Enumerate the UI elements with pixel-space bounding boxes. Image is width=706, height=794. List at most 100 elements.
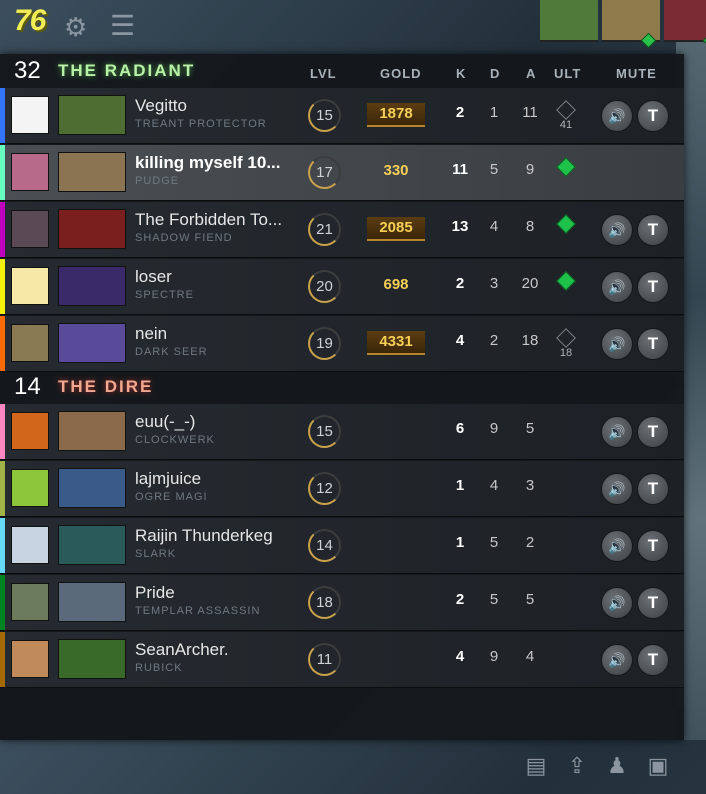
volume-icon[interactable]: 🔊 (601, 416, 633, 448)
player-name[interactable]: killing myself 10... (135, 153, 300, 173)
col-header-a: A (526, 66, 537, 81)
player-row[interactable]: euu(-_-) CLOCKWERK 15 6 9 5 🔊 T (0, 404, 684, 460)
text-mute-icon[interactable]: T (637, 214, 669, 246)
player-row[interactable]: The Forbidden To... SHADOW FIEND 21 2085 13 4… (0, 202, 684, 258)
ult-ready-icon (640, 32, 657, 49)
volume-icon[interactable]: 🔊 (601, 473, 633, 505)
level-indicator: 21 (308, 213, 341, 246)
top-portrait[interactable] (602, 0, 660, 49)
player-name[interactable]: Pride (135, 583, 300, 603)
text-mute-icon[interactable]: T (637, 328, 669, 360)
text-mute-icon[interactable]: T (637, 587, 669, 619)
volume-icon[interactable]: 🔊 (601, 644, 633, 676)
player-row[interactable]: killing myself 10... PUDGE 17 330 11 5 9 (0, 145, 684, 201)
player-row[interactable]: Vegitto TREANT PROTECTOR 15 1878 2 1 11 41 🔊 T (0, 88, 684, 144)
avatar[interactable] (11, 267, 49, 305)
hero-portrait[interactable] (58, 323, 126, 363)
assists-value: 2 (525, 534, 535, 551)
game-timer: 76 (14, 4, 46, 37)
unit-control-icon[interactable]: ♟ (603, 752, 631, 780)
assists-value: 11 (522, 104, 538, 121)
hero-portrait[interactable] (58, 411, 126, 451)
text-mute-icon[interactable]: T (637, 530, 669, 562)
text-mute-icon[interactable]: T (637, 100, 669, 132)
scoreboard-icon[interactable]: ▤ (522, 752, 550, 780)
player-name[interactable]: lajmjuice (135, 469, 300, 489)
player-row[interactable]: nein DARK SEER 19 4331 4 2 18 18 🔊 T (0, 316, 684, 372)
deaths-value: 9 (489, 648, 499, 665)
avatar[interactable] (11, 210, 49, 248)
kills-value: 13 (451, 218, 469, 235)
player-row[interactable]: Pride TEMPLAR ASSASSIN 18 2 5 5 🔊 T (0, 575, 684, 631)
bottom-toolbar: ▤ ⇪ ♟ ▣ (0, 740, 684, 794)
player-row[interactable]: loser SPECTRE 20 698 2 3 20 🔊 T (0, 259, 684, 315)
hero-portrait[interactable] (58, 95, 126, 135)
top-portrait[interactable] (664, 0, 706, 49)
hero-portrait[interactable] (58, 639, 126, 679)
volume-icon[interactable]: 🔊 (601, 100, 633, 132)
text-mute-icon[interactable]: T (637, 644, 669, 676)
text-mute-icon[interactable]: T (637, 271, 669, 303)
avatar[interactable] (11, 583, 49, 621)
player-name[interactable]: Raijin Thunderkeg (135, 526, 300, 546)
text-mute-icon[interactable]: T (637, 473, 669, 505)
gear-icon[interactable]: ⚙ (64, 14, 87, 40)
volume-icon[interactable]: 🔊 (601, 214, 633, 246)
dire-team-name: THE DIRE (58, 377, 154, 396)
gold-value: 698 (383, 276, 409, 293)
avatar[interactable] (11, 469, 49, 507)
kills-value: 11 (452, 161, 468, 178)
hero-portrait[interactable] (58, 209, 126, 249)
avatar[interactable] (11, 412, 49, 450)
hero-portrait[interactable] (58, 152, 126, 192)
assists-value: 9 (525, 161, 535, 178)
player-name[interactable]: euu(-_-) (135, 412, 300, 432)
player-name[interactable]: Vegitto (135, 96, 300, 116)
player-row[interactable]: lajmjuice OGRE MAGI 12 1 4 3 🔊 T (0, 461, 684, 517)
shop-icon[interactable]: ▣ (644, 752, 672, 780)
col-header-k: K (456, 66, 467, 81)
avatar[interactable] (11, 153, 49, 191)
col-header-lvl: LVL (310, 66, 337, 81)
avatar[interactable] (11, 96, 49, 134)
deaths-value: 9 (489, 420, 499, 437)
avatar[interactable] (11, 640, 49, 678)
avatar[interactable] (11, 526, 49, 564)
player-name[interactable]: nein (135, 324, 300, 344)
ult-ready-icon (556, 157, 576, 177)
col-header-mute: MUTE (616, 66, 657, 81)
kills-value: 2 (455, 275, 465, 292)
ult-cooldown-value: 41 (559, 119, 573, 131)
player-name[interactable]: loser (135, 267, 300, 287)
hero-name: SHADOW FIEND (135, 232, 233, 244)
hero-portrait[interactable] (58, 468, 126, 508)
top-bar: 76 ⚙ ☰ (0, 0, 706, 54)
level-indicator: 15 (308, 99, 341, 132)
share-icon[interactable]: ⇪ (563, 752, 591, 780)
hero-portrait[interactable] (58, 582, 126, 622)
menu-icon[interactable]: ☰ (110, 12, 135, 40)
gold-value: 4331 (367, 331, 425, 355)
player-row[interactable]: SeanArcher. RUBICK 11 4 9 4 🔊 T (0, 632, 684, 688)
player-name[interactable]: SeanArcher. (135, 640, 300, 660)
top-portrait[interactable] (540, 0, 598, 42)
text-mute-icon[interactable]: T (637, 416, 669, 448)
level-indicator: 15 (308, 415, 341, 448)
avatar[interactable] (11, 324, 49, 362)
kills-value: 4 (455, 332, 465, 349)
hero-name: DARK SEER (135, 346, 208, 358)
volume-icon[interactable]: 🔊 (601, 530, 633, 562)
hero-name: CLOCKWERK (135, 434, 215, 446)
hero-portrait[interactable] (58, 266, 126, 306)
player-row[interactable]: Raijin Thunderkeg SLARK 14 1 5 2 🔊 T (0, 518, 684, 574)
volume-icon[interactable]: 🔊 (601, 271, 633, 303)
assists-value: 5 (525, 420, 535, 437)
player-color-stripe (0, 316, 5, 371)
hero-name: PUDGE (135, 175, 180, 187)
player-color-stripe (0, 632, 5, 687)
hero-portrait[interactable] (58, 525, 126, 565)
player-name[interactable]: The Forbidden To... (135, 210, 300, 230)
volume-icon[interactable]: 🔊 (601, 587, 633, 619)
volume-icon[interactable]: 🔊 (601, 328, 633, 360)
deaths-value: 3 (489, 275, 499, 292)
